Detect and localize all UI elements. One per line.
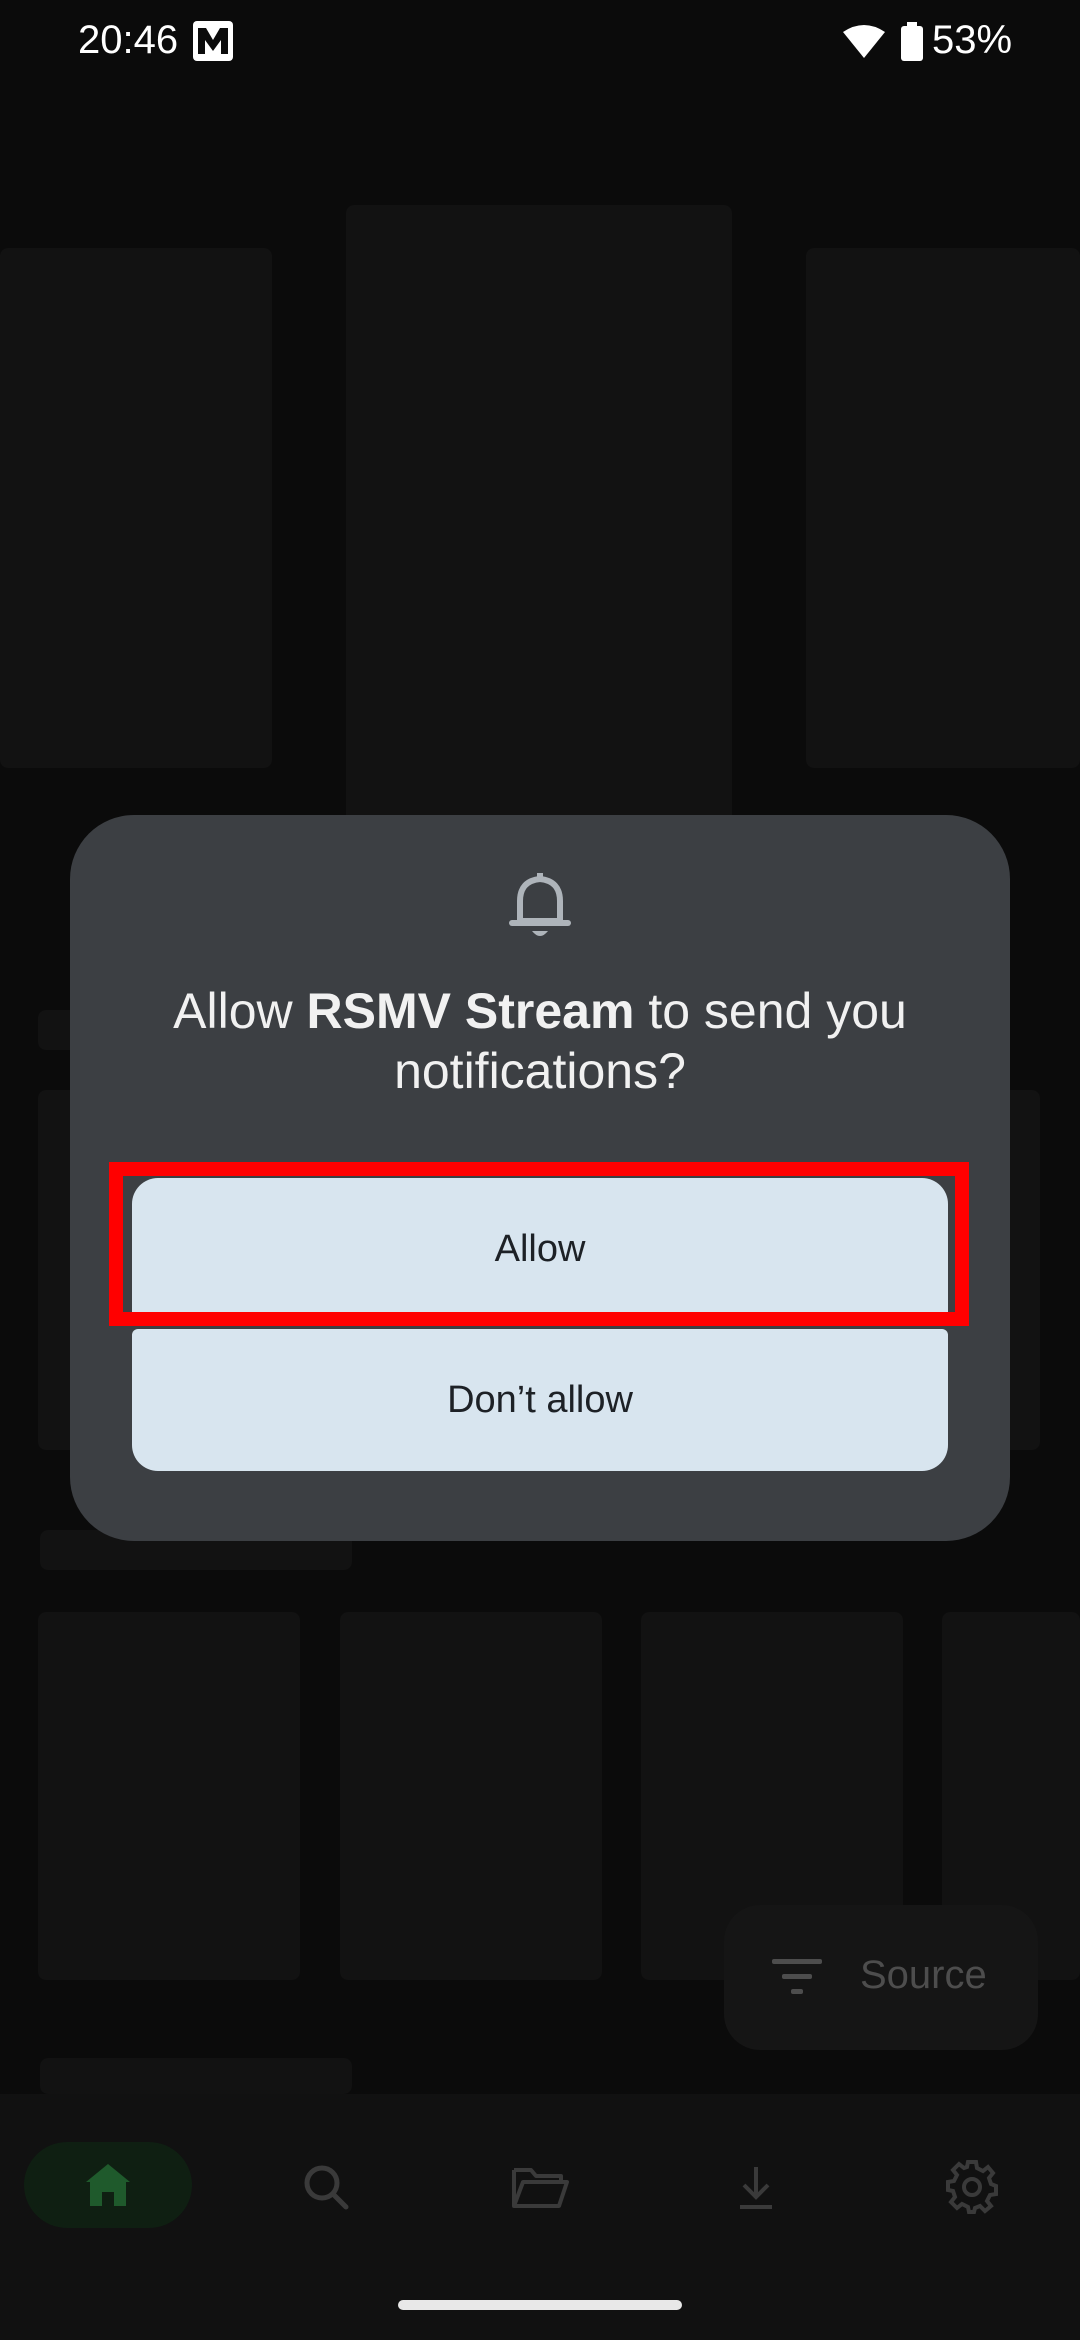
placeholder-card (40, 2058, 352, 2094)
gesture-handle[interactable] (398, 2300, 682, 2310)
app-name: RSMV Stream (306, 983, 635, 1039)
notification-permission-dialog: Allow RSMV Stream to send you notificati… (70, 815, 1010, 1541)
placeholder-card (346, 205, 732, 825)
nav-settings[interactable] (892, 2142, 1052, 2232)
battery-icon (900, 22, 924, 62)
allow-button[interactable]: Allow (132, 1178, 948, 1320)
nav-library[interactable] (460, 2142, 620, 2232)
folder-icon (512, 2168, 569, 2208)
placeholder-card (0, 248, 272, 768)
filter-icon (770, 1955, 824, 1999)
status-bar: 20:46 53% (0, 0, 1080, 90)
app-logo-icon (192, 20, 234, 62)
source-filter-button[interactable]: Source (724, 1905, 1038, 2050)
nav-downloads[interactable] (676, 2142, 836, 2232)
source-filter-label: Source (860, 1953, 987, 1997)
dialog-title: Allow RSMV Stream to send you notificati… (110, 981, 970, 1101)
dont-allow-button[interactable]: Don’t allow (132, 1329, 948, 1471)
status-time: 20:46 (78, 18, 179, 62)
placeholder-card (340, 1612, 602, 1980)
placeholder-card (806, 248, 1080, 768)
nav-home[interactable] (24, 2142, 192, 2228)
home-icon (86, 2164, 130, 2206)
bell-icon (506, 867, 574, 943)
title-prefix: Allow (173, 983, 307, 1039)
wifi-icon (842, 24, 886, 60)
settings-icon (946, 2160, 998, 2214)
search-icon (304, 2165, 349, 2210)
battery-percent: 53% (932, 18, 1013, 62)
nav-search[interactable] (246, 2142, 406, 2232)
placeholder-card (38, 1612, 300, 1980)
download-icon (740, 2167, 772, 2209)
